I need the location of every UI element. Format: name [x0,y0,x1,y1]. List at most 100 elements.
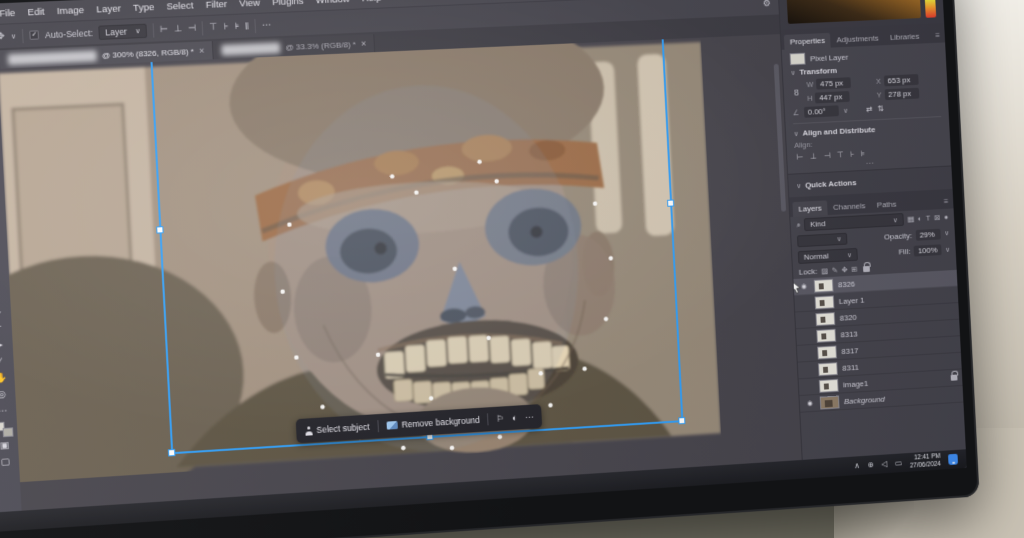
close-icon[interactable]: × [361,38,367,48]
opacity-field[interactable]: 29% [915,228,940,240]
menu-plugins[interactable]: Plugins [266,0,310,8]
layer-thumbnail[interactable] [818,362,838,376]
network-icon[interactable]: ⊕ [867,460,874,469]
gradient-tool[interactable]: ▨ [0,257,6,272]
hue-strip[interactable] [923,0,936,18]
menu-filter[interactable]: Filter [199,0,233,11]
visibility-toggle[interactable] [800,319,811,320]
color-swatches[interactable] [0,421,13,437]
more-options-icon[interactable]: ⋯ [525,411,534,422]
layer-thumbnail[interactable] [817,345,837,359]
align-bottom-icon[interactable]: ⊧ [861,149,865,158]
blur-tool[interactable]: ◗ [0,273,7,288]
half-circle-icon[interactable]: ◐ [512,413,518,423]
lock-position-icon[interactable]: ✥ [841,265,847,274]
rotation-field[interactable]: 0.00° [804,105,839,117]
screen-mode-button[interactable]: ▢ [0,455,16,471]
clone-stamp-tool[interactable]: ♟ [0,208,3,223]
tray-expand-icon[interactable]: ∧ [854,461,860,470]
x-field[interactable]: 653 px [883,74,918,86]
align-vcenter-icon[interactable]: ⊦ [850,150,854,159]
transform-handle-middle-right[interactable] [667,200,674,207]
lock-artboard-icon[interactable]: ⊞ [851,265,857,274]
notification-bell-icon[interactable] [948,454,958,465]
flip-horizontal-icon[interactable]: ⇄ [866,105,873,114]
height-field[interactable]: 447 px [815,91,850,103]
edit-toolbar-icon[interactable]: ⋯ [0,404,14,420]
distribute-horizontal-icon[interactable]: ‖ [245,21,249,31]
chevron-down-icon[interactable]: ∨ [843,106,848,114]
brush-tool[interactable]: ✎ [0,192,2,207]
panel-menu-icon[interactable]: ≡ [942,194,951,209]
dodge-tool[interactable]: ◑ [0,290,7,305]
line-tool[interactable]: ∕ [0,355,11,370]
visibility-toggle[interactable] [802,353,813,354]
transform-handle-bottom-left[interactable] [168,449,176,457]
visibility-toggle[interactable] [801,336,812,337]
blend-mode-dropdown[interactable]: Normal ∨ [798,248,858,264]
select-subject-button[interactable]: Select subject [304,422,370,436]
auto-select-checkbox[interactable]: ✓ [29,30,39,40]
filter-adjustment-icon[interactable]: ◐ [918,214,923,223]
visibility-toggle[interactable] [803,370,814,371]
lock-all-icon[interactable] [863,265,870,271]
system-clock[interactable]: 12:41 PM 27/06/2024 [909,453,941,470]
move-tool-indicator-icon[interactable]: ✥ [0,31,5,43]
align-left-icon[interactable]: ⊢ [160,24,169,35]
align-left-icon[interactable]: ⊢ [797,152,804,161]
layer-thumbnail[interactable] [815,295,835,309]
chevron-down-icon[interactable]: ∨ [944,229,949,237]
layer-thumbnail[interactable] [815,312,835,326]
filter-type-icon[interactable]: T [926,214,931,223]
filter-smart-icon[interactable]: ● [944,213,949,222]
flag-icon[interactable]: ⚐ [496,413,504,424]
tab-paths[interactable]: Paths [871,196,903,212]
pen-tool[interactable]: ✒ [0,306,8,321]
align-center-icon[interactable]: ⊥ [174,23,183,34]
zoom-tool[interactable]: ◎ [0,388,13,404]
quick-mask-button[interactable]: ▣ [0,439,15,455]
eraser-tool[interactable]: ▱ [0,241,5,256]
distribute-bottom-icon[interactable]: ⊧ [234,21,239,32]
tool-preset-chevron-icon[interactable]: ∨ [11,32,17,40]
remove-background-button[interactable]: Remove background [386,415,480,431]
visibility-eye-icon[interactable]: ◉ [804,399,815,408]
panel-menu-icon[interactable]: ≡ [933,28,942,43]
align-right-icon[interactable]: ⊣ [823,151,830,160]
filter-shape-icon[interactable]: ⊠ [934,213,940,222]
auto-select-target-dropdown[interactable]: Layer ∨ [99,23,147,39]
menu-type[interactable]: Type [127,1,161,14]
battery-icon[interactable]: ▭ [895,458,903,467]
link-dimensions-icon[interactable]: 8 [791,87,801,97]
width-field[interactable]: 475 px [816,77,851,89]
menu-window[interactable]: Window [309,0,356,6]
layer-thumbnail[interactable] [819,378,839,392]
menu-edit[interactable]: Edit [21,6,51,18]
align-top-icon[interactable]: ⊤ [837,150,844,159]
path-selection-tool[interactable]: ➤ [0,339,10,354]
menu-select[interactable]: Select [160,0,200,12]
visibility-toggle[interactable] [804,386,815,387]
align-hcenter-icon[interactable]: ⊥ [810,152,817,161]
menu-layer[interactable]: Layer [90,3,127,16]
background-color-swatch[interactable] [3,427,14,437]
distribute-middle-icon[interactable]: ⊦ [223,21,228,32]
fill-field[interactable]: 100% [914,244,942,256]
layer-thumbnail[interactable] [820,395,840,409]
lock-transparency-icon[interactable]: ▨ [821,266,828,275]
menu-image[interactable]: Image [50,4,90,17]
visibility-toggle[interactable] [799,303,810,304]
workspace-gear-icon[interactable]: ⚙ [763,0,771,9]
y-field[interactable]: 278 px [884,88,919,100]
align-right-icon[interactable]: ⊣ [188,23,197,34]
volume-icon[interactable]: ◁ [881,459,887,468]
chevron-down-icon[interactable]: ∨ [945,245,950,253]
canvas-viewport[interactable]: Select subject Remove background ⚐ ◐ [0,34,803,530]
layer-thumbnail[interactable] [814,278,834,292]
transform-handle-middle-left[interactable] [156,226,164,233]
hand-tool[interactable]: ✋ [0,371,12,387]
healing-brush-tool[interactable]: ✚ [0,175,1,190]
menu-file[interactable]: File [0,7,22,19]
layer-thumbnail[interactable] [816,328,836,342]
more-options-icon[interactable]: ⋯ [262,19,272,30]
